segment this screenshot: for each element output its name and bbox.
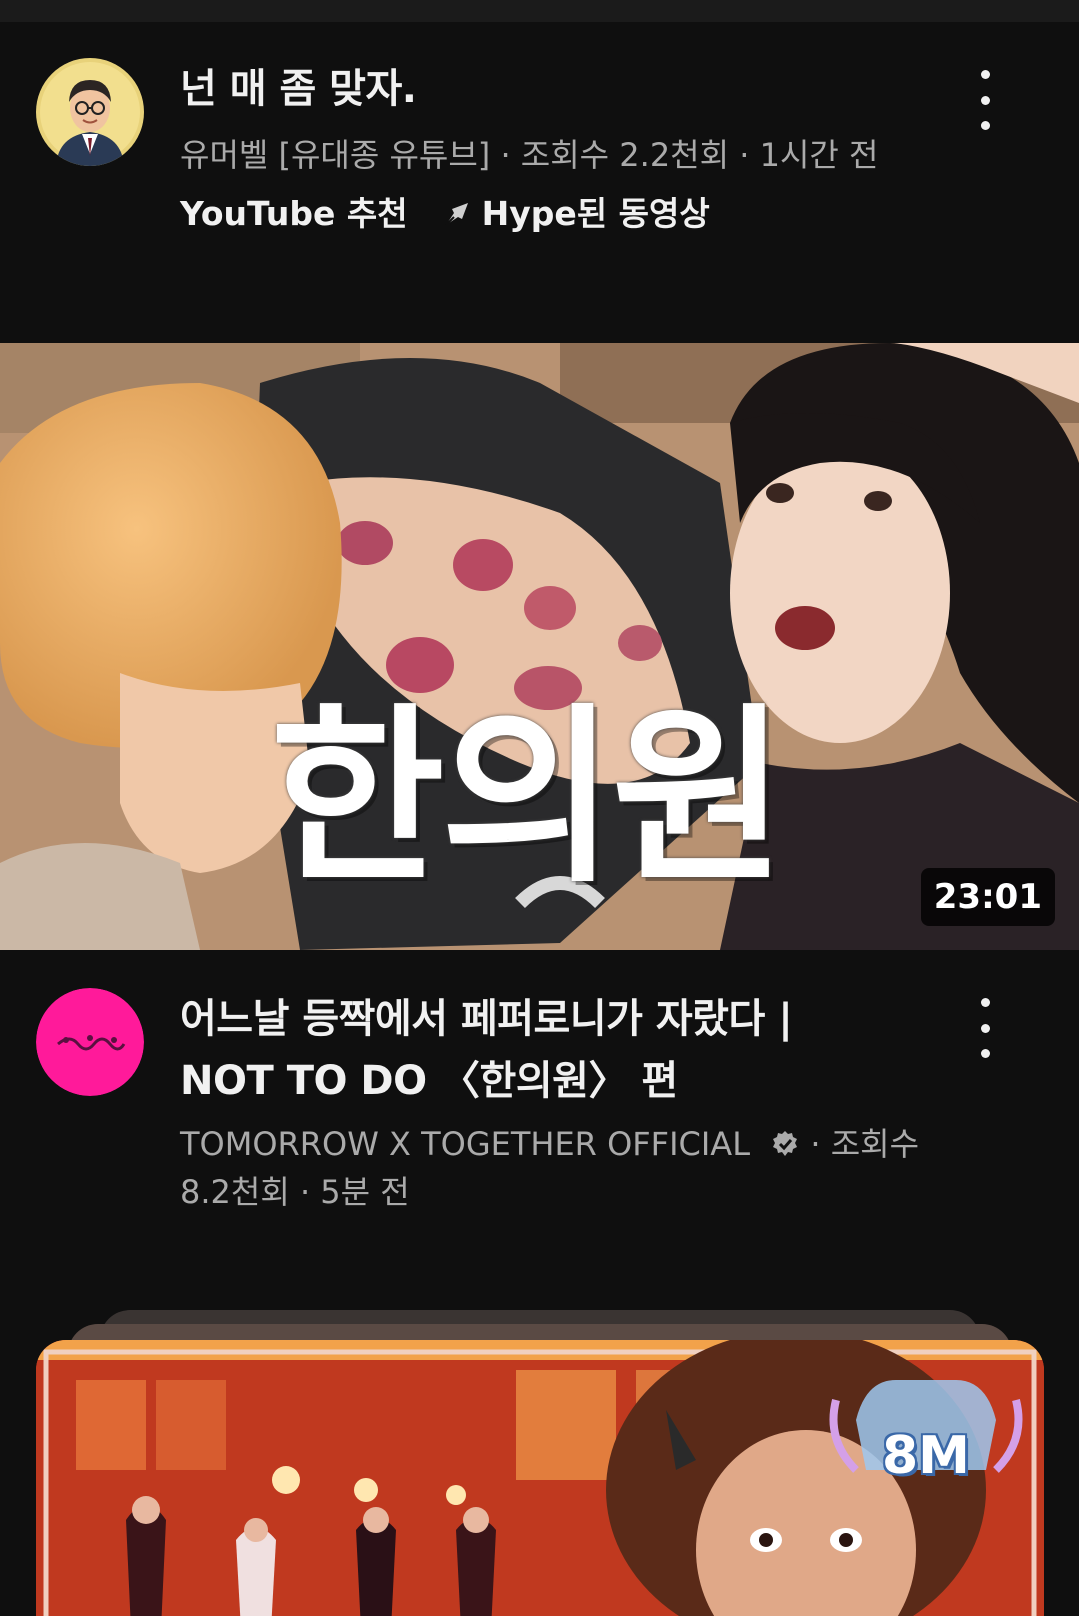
recommended-badge: YouTube 추천: [180, 194, 408, 233]
video-thumbnail[interactable]: 한의원 23:01: [0, 343, 1079, 950]
view-count: 8.2천회: [180, 1173, 290, 1211]
verified-icon: [773, 1131, 798, 1156]
channel-avatar[interactable]: [36, 58, 144, 166]
youtube-home-feed: 넌 매 좀 맞자. 유머벨 [유대종 유튜브] · 조회수 2.2천회 · 1시…: [0, 0, 1079, 1616]
video-duration: 23:01: [920, 868, 1055, 926]
avatar-image: [36, 58, 144, 166]
upload-age: 5분 전: [320, 1173, 410, 1211]
avatar-image: [36, 988, 144, 1096]
channel-avatar[interactable]: [36, 988, 144, 1096]
view-count-label: 조회수: [830, 1125, 920, 1163]
video-title[interactable]: 넌 매 좀 맞자.: [180, 58, 929, 120]
hype-label: Hype된 동영상: [481, 194, 710, 233]
video-metadata: TOMORROW X TOGETHER OFFICIAL · 조회수 8.2천회…: [180, 1120, 929, 1216]
meta-separator: ·: [810, 1125, 831, 1163]
more-vert-icon[interactable]: [969, 70, 1001, 130]
video-item-2[interactable]: 어느날 등짝에서 페퍼로니가 자랐다 | NOT TO DO 〈한의원〉 편 T…: [0, 960, 1079, 1240]
channel-name[interactable]: 유머벨 [유대종 유튜브]: [180, 136, 490, 174]
hype-badge: Hype된 동영상: [442, 190, 710, 238]
video-item-1[interactable]: 넌 매 좀 맞자. 유머벨 [유대종 유튜브] · 조회수 2.2천회 · 1시…: [0, 0, 1079, 300]
view-count: 조회수 2.2천회: [520, 136, 730, 174]
upload-age: 1시간 전: [759, 136, 879, 174]
video-title-line-2: NOT TO DO 〈한의원〉 편: [180, 1058, 678, 1104]
video-title[interactable]: 어느날 등짝에서 페퍼로니가 자랐다 | NOT TO DO 〈한의원〉 편: [180, 988, 929, 1112]
view-milestone-badge: 8M: [882, 1426, 970, 1486]
more-vert-icon[interactable]: [969, 998, 1001, 1058]
channel-name[interactable]: TOMORROW X TOGETHER OFFICIAL: [180, 1125, 750, 1163]
video-badges: YouTube 추천 Hype된 동영상: [180, 190, 710, 238]
video-metadata: 유머벨 [유대종 유튜브] · 조회수 2.2천회 · 1시간 전: [180, 131, 929, 179]
thumbnail-caption: 한의원: [270, 687, 786, 908]
meta-separator: ·: [739, 136, 760, 174]
meta-separator: ·: [500, 136, 521, 174]
video-title-line-1: 어느날 등짝에서 페퍼로니가 자랐다 |: [180, 996, 793, 1042]
playlist-thumbnail[interactable]: 8M: [36, 1340, 1044, 1616]
hype-icon: [444, 203, 468, 226]
meta-separator: ·: [299, 1173, 321, 1211]
